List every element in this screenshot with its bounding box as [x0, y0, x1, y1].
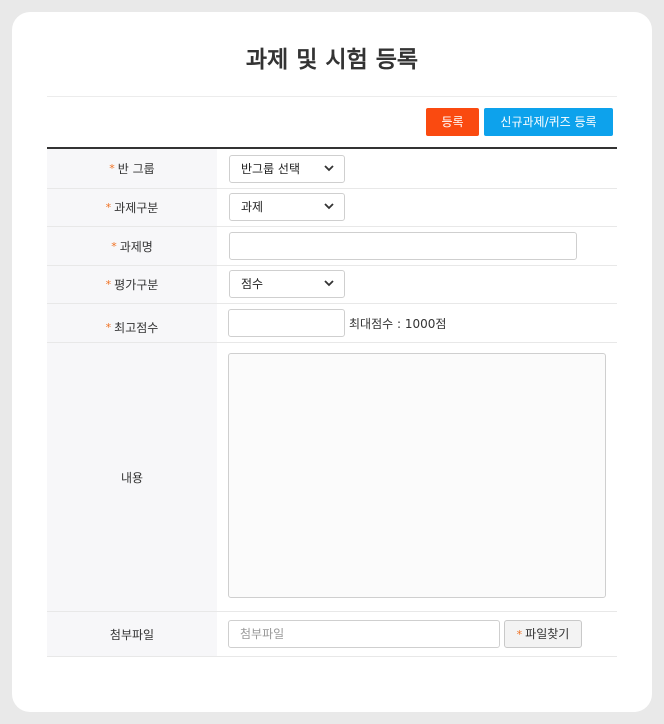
max-score-input[interactable]	[228, 309, 345, 337]
divider	[47, 96, 617, 97]
label-assignment-name: * 과제명	[47, 227, 217, 265]
required-mark: *	[111, 239, 117, 253]
row-evaluation-type: * 평가구분 점수	[47, 266, 617, 304]
label-attachment: 첨부파일	[47, 612, 217, 656]
chevron-down-icon	[324, 203, 334, 210]
label-assignment-type: * 과제구분	[47, 189, 217, 226]
chevron-down-icon	[324, 280, 334, 287]
row-assignment-type: * 과제구분 과제	[47, 189, 617, 227]
label-max-score: * 최고점수	[47, 304, 217, 342]
required-mark: *	[109, 162, 115, 175]
required-mark: *	[105, 320, 112, 334]
class-group-select[interactable]: 반그룹 선택	[229, 155, 345, 183]
chevron-down-icon	[324, 165, 334, 172]
label-text: 내용	[120, 470, 144, 485]
select-value: 과제	[241, 200, 264, 214]
attachment-input[interactable]: 첨부파일	[228, 620, 500, 648]
register-button[interactable]: 등록	[426, 108, 479, 136]
label-text: 첨부파일	[109, 627, 155, 642]
label-evaluation-type: * 평가구분	[47, 266, 217, 303]
row-max-score: * 최고점수 최대점수 : 1000점	[47, 304, 617, 343]
label-text: 과제구분	[114, 201, 159, 215]
label-text: 반 그룹	[117, 162, 155, 176]
row-assignment-name: * 과제명	[47, 227, 617, 266]
select-value: 반그룹 선택	[241, 162, 301, 176]
plus-icon: *	[516, 628, 523, 641]
max-score-hint: 최대점수 : 1000점	[349, 317, 447, 331]
assignment-name-input[interactable]	[229, 232, 577, 260]
evaluation-type-select[interactable]: 점수	[229, 270, 345, 298]
label-content: 내용	[47, 343, 217, 611]
label-text: 평가구분	[114, 278, 159, 292]
find-file-label: 파일찾기	[525, 627, 570, 641]
assignment-type-select[interactable]: 과제	[229, 193, 345, 221]
label-class-group: * 반 그룹	[47, 149, 217, 188]
label-text: 최고점수	[114, 320, 159, 335]
row-content: 내용	[47, 343, 617, 612]
row-class-group: * 반 그룹 반그룹 선택	[47, 149, 617, 189]
required-mark: *	[105, 278, 112, 291]
new-assignment-quiz-button[interactable]: 신규과제/퀴즈 등록	[484, 108, 613, 136]
row-attachment: 첨부파일 첨부파일 * 파일찾기	[47, 612, 617, 657]
find-file-button[interactable]: * 파일찾기	[504, 620, 582, 648]
required-mark: *	[105, 201, 112, 214]
page-title: 과제 및 시험 등록	[245, 47, 419, 73]
label-text: 과제명	[119, 239, 153, 254]
select-value: 점수	[241, 277, 264, 291]
content-textarea[interactable]	[228, 353, 606, 598]
